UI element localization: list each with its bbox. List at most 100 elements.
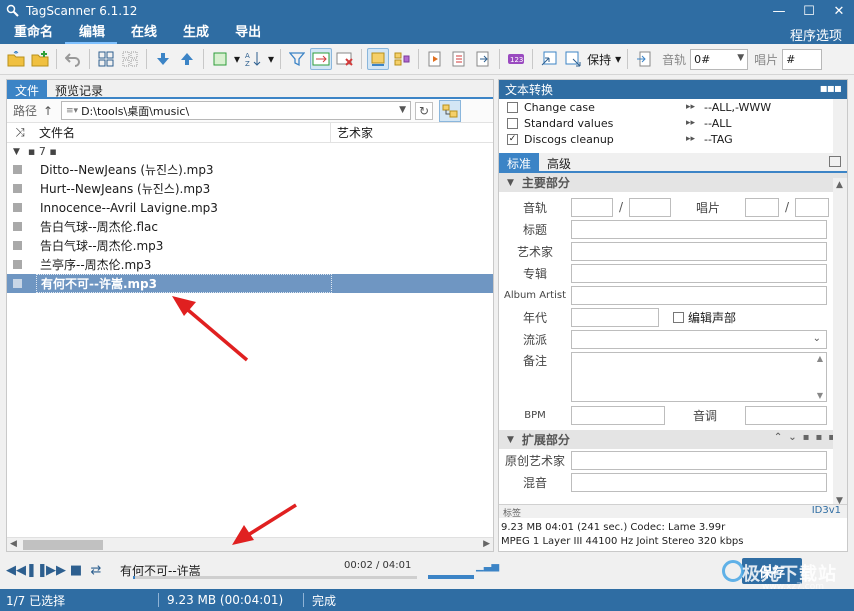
track-select[interactable]: 0# ▼ bbox=[690, 48, 749, 70]
section-controls-icon[interactable]: ⌃⌄▪▪▪ bbox=[774, 432, 841, 443]
remove-tag-button[interactable] bbox=[334, 48, 356, 70]
dropdown-arrow-icon[interactable]: ▾ bbox=[268, 52, 274, 66]
scroll-right-icon[interactable]: ▶ bbox=[483, 539, 490, 549]
tab-standard[interactable]: 标准 bbox=[499, 153, 540, 171]
year-field[interactable] bbox=[571, 307, 659, 327]
mix-field[interactable] bbox=[571, 472, 827, 492]
shuffle-icon[interactable]: ⤨ bbox=[7, 125, 33, 140]
import-button[interactable] bbox=[538, 48, 560, 70]
comment-field[interactable]: ▲ ▼ bbox=[571, 352, 827, 402]
pause-icon[interactable]: ❚❚ bbox=[26, 563, 48, 578]
disc-total-field[interactable] bbox=[795, 197, 830, 217]
conversion-row[interactable]: Change case ▸▸ --ALL,-WWW bbox=[499, 99, 847, 115]
maximize-button[interactable]: ☐ bbox=[794, 0, 824, 22]
layout-button[interactable] bbox=[391, 48, 413, 70]
volume-slider[interactable] bbox=[428, 575, 474, 579]
keep-label[interactable]: 保持 bbox=[587, 51, 611, 68]
conversion-scrollbar[interactable] bbox=[833, 99, 847, 153]
conversion-row[interactable]: ✓ Discogs cleanup ▸▸ --TAG bbox=[499, 131, 847, 147]
file-row[interactable]: Hurt--NewJeans (뉴진스).mp3 bbox=[7, 179, 493, 198]
track-field[interactable] bbox=[571, 197, 613, 217]
scroll-up-icon[interactable]: ▲ bbox=[817, 354, 823, 363]
scrollbar-thumb[interactable] bbox=[23, 540, 103, 550]
menu-edit[interactable]: 编辑 bbox=[65, 21, 118, 44]
title-field[interactable] bbox=[571, 219, 827, 239]
dropdown-arrow-icon[interactable]: ▾ bbox=[234, 52, 240, 66]
menu-generate[interactable]: 生成 bbox=[169, 21, 221, 44]
save-button[interactable]: 保存 bbox=[742, 558, 802, 584]
conversion-checkbox[interactable]: ✓ bbox=[507, 133, 518, 145]
playlist-button[interactable] bbox=[424, 48, 446, 70]
undo-button[interactable] bbox=[62, 48, 84, 70]
conversion-row[interactable]: Standard values ▸▸ --ALL bbox=[499, 115, 847, 131]
deselect-button[interactable] bbox=[119, 48, 141, 70]
file-row[interactable]: Innocence--Avril Lavigne.mp3 bbox=[7, 198, 493, 217]
tab-advanced[interactable]: 高级 bbox=[539, 153, 579, 171]
filter-button[interactable] bbox=[286, 48, 308, 70]
export-list-button[interactable] bbox=[472, 48, 494, 70]
conversion-checkbox[interactable] bbox=[507, 117, 518, 129]
more-icon[interactable]: ▪▪▪ bbox=[820, 81, 842, 95]
file-row[interactable]: 告白气球--周杰伦.mp3 bbox=[7, 236, 493, 255]
triangle-down-icon[interactable]: ▼ bbox=[13, 147, 20, 157]
menu-online[interactable]: 在线 bbox=[117, 21, 169, 44]
browse-folder-button[interactable] bbox=[439, 99, 462, 122]
exit-button[interactable] bbox=[633, 48, 655, 70]
tag-vertical-scrollbar[interactable]: ▲ ▼ bbox=[833, 178, 847, 508]
add-folder-button[interactable] bbox=[29, 48, 51, 70]
file-row[interactable]: 有何不可--许嵩.mp3 bbox=[7, 274, 493, 293]
tab-files[interactable]: 文件 bbox=[7, 80, 48, 98]
repeat-icon[interactable]: ⇄ bbox=[86, 563, 106, 578]
move-down-button[interactable] bbox=[152, 48, 174, 70]
track-total-field[interactable] bbox=[629, 197, 672, 217]
key-field[interactable] bbox=[745, 405, 827, 425]
tag-to-tag-button[interactable] bbox=[310, 48, 333, 70]
album-field[interactable] bbox=[571, 263, 827, 283]
scroll-up-icon[interactable]: ▲ bbox=[836, 180, 843, 190]
sort-button[interactable]: AZ bbox=[243, 48, 265, 70]
col-artist[interactable]: 艺术家 bbox=[331, 124, 373, 141]
scroll-left-icon[interactable]: ◀ bbox=[10, 539, 17, 549]
seek-bar[interactable] bbox=[133, 576, 417, 579]
tab-preview-log[interactable]: 预览记录 bbox=[47, 80, 111, 98]
program-options-menu[interactable]: 程序选项 bbox=[790, 25, 842, 44]
stop-icon[interactable]: ■ bbox=[66, 563, 86, 578]
bpm-field[interactable] bbox=[571, 405, 665, 425]
artist-field[interactable] bbox=[571, 241, 827, 261]
menu-rename[interactable]: 重命名 bbox=[0, 21, 65, 44]
disc-field[interactable] bbox=[745, 197, 780, 217]
disc-input[interactable]: # bbox=[782, 48, 823, 70]
menu-export[interactable]: 导出 bbox=[221, 21, 273, 44]
conversion-checkbox[interactable] bbox=[507, 101, 518, 113]
open-folder-button[interactable] bbox=[5, 48, 27, 70]
scroll-down-icon[interactable]: ▼ bbox=[817, 391, 823, 400]
section-main[interactable]: ▼ 主要部分 bbox=[499, 173, 847, 192]
close-button[interactable]: ✕ bbox=[824, 0, 854, 22]
refresh-button[interactable]: ↻ bbox=[415, 101, 434, 120]
horizontal-scrollbar[interactable]: ◀ ▶ bbox=[7, 537, 493, 551]
album-artist-field[interactable] bbox=[571, 285, 827, 305]
panel-toggle-button[interactable] bbox=[367, 48, 390, 70]
selection-mode-button[interactable] bbox=[209, 48, 231, 70]
dropdown-arrow-icon[interactable]: ▾ bbox=[615, 52, 621, 66]
numbering-button[interactable]: 123 bbox=[505, 48, 527, 70]
orig-artist-field[interactable] bbox=[571, 450, 827, 470]
path-input[interactable]: ≡▾ D:\tools\桌面\music\ ▼ bbox=[61, 101, 412, 120]
edit-channel-checkbox[interactable] bbox=[673, 311, 684, 323]
arrow-up-icon[interactable]: ↑ bbox=[43, 104, 57, 118]
section-extended[interactable]: ▼ 扩展部分 ⌃⌄▪▪▪ bbox=[499, 430, 847, 449]
tag-version[interactable]: ID3v1 bbox=[812, 505, 841, 516]
panel-layout-icon[interactable] bbox=[829, 156, 841, 167]
file-row[interactable]: 告白气球--周杰伦.flac bbox=[7, 217, 493, 236]
file-row[interactable]: 兰亭序--周杰伦.mp3 bbox=[7, 255, 493, 274]
copy-button[interactable] bbox=[562, 48, 584, 70]
forward-icon[interactable]: ▶▶ bbox=[46, 563, 66, 578]
group-header[interactable]: ▼ ▪ 7 ▪ bbox=[7, 143, 493, 160]
genre-select[interactable]: ⌄ bbox=[571, 329, 827, 349]
col-filename[interactable]: 文件名 bbox=[33, 122, 331, 143]
rewind-icon[interactable]: ◀◀ bbox=[6, 563, 26, 578]
play-list-button[interactable] bbox=[448, 48, 470, 70]
select-all-button[interactable] bbox=[95, 48, 117, 70]
minimize-button[interactable]: — bbox=[764, 0, 794, 22]
move-up-button[interactable] bbox=[176, 48, 198, 70]
